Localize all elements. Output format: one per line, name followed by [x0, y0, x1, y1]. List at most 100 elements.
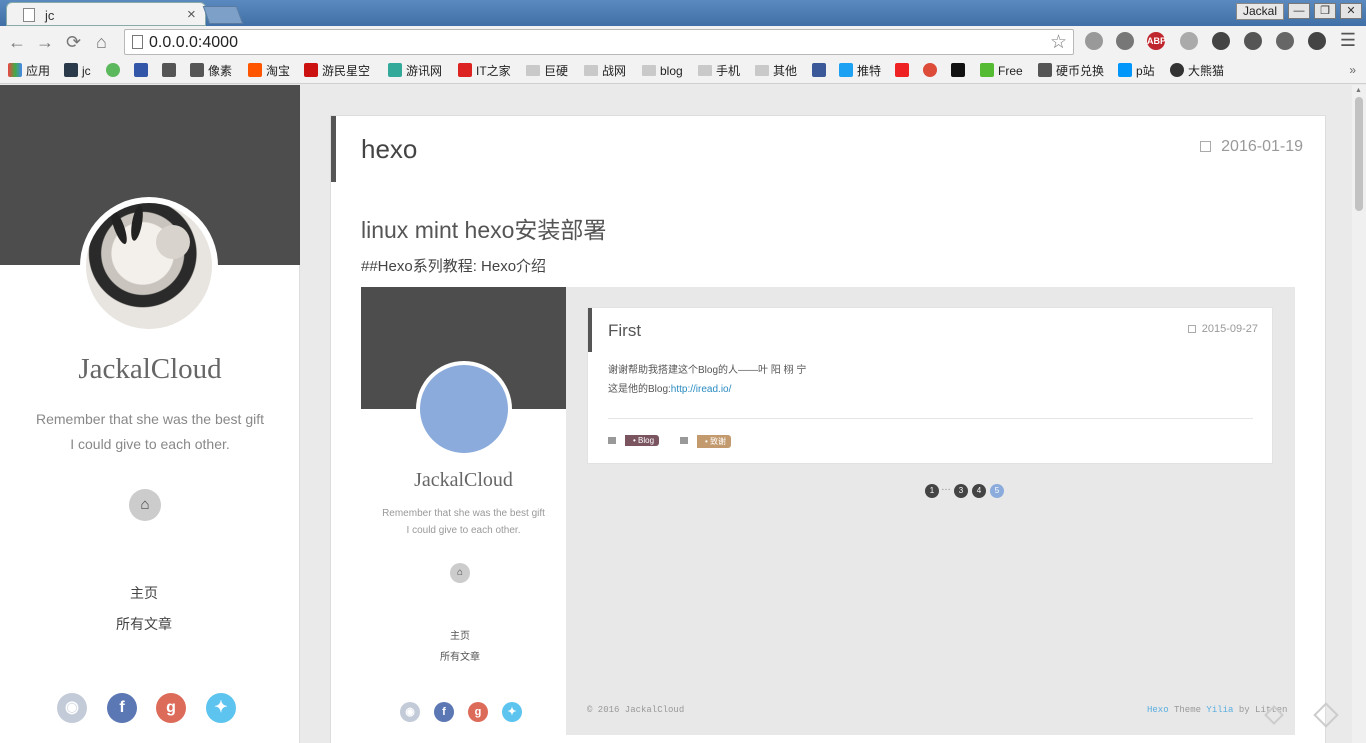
- site-subtitle: Remember that she was the best gift I co…: [36, 411, 264, 452]
- embedded-screenshot: JackalCloud Remember that she was the be…: [361, 287, 1295, 735]
- bookmark-folder-zw[interactable]: 战网: [584, 62, 626, 80]
- bookmark-tv[interactable]: [162, 62, 180, 80]
- tv-icon: [1038, 63, 1052, 77]
- menu-icon[interactable]: ☰: [1340, 30, 1356, 51]
- bookmark-folder-jy[interactable]: 巨硬: [526, 62, 568, 80]
- scroll-up-arrow[interactable]: ▲: [1355, 87, 1362, 94]
- folder-icon: [526, 65, 540, 76]
- twitter-icon: [839, 63, 853, 77]
- profile-button[interactable]: Jackal: [1236, 3, 1285, 20]
- article-card: hexo 2016-01-19 linux mint hexo安装部署 ##He…: [330, 115, 1339, 743]
- extension-icon[interactable]: [1085, 32, 1103, 50]
- url-text[interactable]: 0.0.0.0:4000: [149, 34, 238, 52]
- pocket-icon[interactable]: [1276, 32, 1294, 50]
- bookmark-ithome[interactable]: IT之家: [458, 62, 511, 80]
- jc-icon: [64, 63, 78, 77]
- bookmark-star-icon[interactable]: ☆: [1050, 31, 1067, 54]
- sidebar: JackalCloud Remember that she was the be…: [0, 85, 300, 743]
- page-scrollbar[interactable]: ▲: [1352, 85, 1366, 743]
- avatar[interactable]: [80, 197, 218, 335]
- bookmark-folder-phone[interactable]: 手机: [698, 62, 740, 80]
- minimize-button[interactable]: —: [1288, 3, 1310, 19]
- calendar-icon: [1187, 325, 1196, 333]
- site-title[interactable]: JackalCloud: [0, 353, 300, 386]
- download-icon[interactable]: [1244, 32, 1262, 50]
- maximize-button[interactable]: ❐: [1314, 3, 1336, 19]
- bookmark-free[interactable]: Free: [980, 62, 1023, 80]
- tab-close-button[interactable]: ×: [187, 6, 196, 23]
- card-text: 谢谢帮助我搭建这个Blog的人——叶 阳 栩 宁 这是他的Blog:http:/…: [608, 365, 807, 395]
- browser-title-bar: jc × Jackal — ❐ ✕: [0, 0, 1366, 26]
- screenshot-sidebar: JackalCloud Remember that she was the be…: [361, 287, 566, 735]
- clock-extension-icon[interactable]: [1116, 32, 1134, 50]
- bookmark-apps[interactable]: 应用: [8, 62, 50, 80]
- bookmark-jc[interactable]: jc: [64, 62, 91, 80]
- github-icon[interactable]: ◉: [57, 693, 87, 723]
- bookmark-google-plus[interactable]: [923, 62, 941, 80]
- scroll-thumb[interactable]: [1355, 97, 1363, 211]
- new-tab-button[interactable]: [202, 6, 244, 24]
- back-button[interactable]: ←: [8, 32, 26, 53]
- address-bar[interactable]: 0.0.0.0:4000 ☆: [124, 29, 1074, 55]
- browser-tab[interactable]: jc ×: [6, 2, 206, 26]
- facebook-icon[interactable]: f: [107, 693, 137, 723]
- card-date: 2015-09-27: [1187, 323, 1258, 335]
- pixel-icon: [134, 63, 148, 77]
- bookmarks-overflow-button[interactable]: »: [1349, 63, 1356, 77]
- bookmark-tv-2[interactable]: [951, 62, 969, 80]
- nav-all-posts[interactable]: 所有文章: [0, 614, 288, 634]
- bookmark-taobao[interactable]: 淘宝: [248, 62, 290, 80]
- tab-title: jc: [45, 8, 55, 23]
- bookmark-twitter[interactable]: 推特: [839, 62, 881, 80]
- home-button[interactable]: ⌂: [96, 32, 107, 53]
- facebook-icon: [812, 63, 826, 77]
- forward-button[interactable]: →: [36, 32, 54, 53]
- tv-icon: [951, 63, 965, 77]
- bookmark-youtube[interactable]: [895, 62, 913, 80]
- bookmark-pixel[interactable]: [134, 62, 152, 80]
- bookmark-pixiv[interactable]: p站: [1118, 62, 1155, 80]
- bookmark-facebook[interactable]: [812, 62, 830, 80]
- bookmark-pixel-2[interactable]: 像素: [190, 62, 232, 80]
- post-line: ##Hexo系列教程: Hexo介绍: [361, 258, 547, 275]
- screenshot-site-title: JackalCloud: [414, 469, 513, 491]
- extension-icon[interactable]: [1308, 32, 1326, 50]
- tag-thanks: • 致谢: [697, 435, 732, 448]
- tv-icon: [190, 63, 204, 77]
- page-icon: [132, 35, 143, 49]
- post-heading: linux mint hexo安装部署: [361, 217, 607, 243]
- youxun-icon: [388, 63, 402, 77]
- facebook-icon: f: [434, 702, 454, 722]
- reload-button[interactable]: ⟳: [66, 32, 81, 53]
- extension-icon[interactable]: [1212, 32, 1230, 50]
- extension-icon[interactable]: [1180, 32, 1198, 50]
- nav-home[interactable]: 主页: [0, 583, 288, 603]
- bookmark-youxun[interactable]: 游讯网: [388, 62, 442, 80]
- google-plus-icon[interactable]: g: [156, 693, 186, 723]
- bookmark-panda[interactable]: 大熊猫: [1170, 62, 1224, 80]
- twitter-icon[interactable]: ✦: [206, 693, 236, 723]
- bookmark-wechat[interactable]: [106, 62, 124, 80]
- bookmark-coin-exchange[interactable]: 硬币兑换: [1038, 62, 1104, 80]
- bookmark-folder-other[interactable]: 其他: [755, 62, 797, 80]
- screenshot-home-icon: ⌂: [450, 563, 470, 583]
- bunny-ear: [108, 208, 130, 246]
- bookmark-gamersky[interactable]: 游民星空: [304, 62, 370, 80]
- category-icon: [680, 437, 688, 444]
- home-icon[interactable]: ⌂: [129, 489, 161, 521]
- adblock-icon[interactable]: ABP: [1147, 32, 1166, 50]
- google-plus-icon: [923, 63, 937, 77]
- panda-icon: [1170, 63, 1184, 77]
- bookmark-folder-blog[interactable]: blog: [642, 62, 683, 80]
- page-viewport: JackalCloud Remember that she was the be…: [0, 85, 1366, 743]
- page-icon: [23, 8, 35, 22]
- wechat-icon: [106, 63, 120, 77]
- article-category[interactable]: hexo: [361, 134, 417, 165]
- close-window-button[interactable]: ✕: [1340, 3, 1362, 19]
- ithome-icon: [458, 63, 472, 77]
- share-icon[interactable]: [1313, 702, 1339, 728]
- screenshot-footer-copyright: © 2016 JackalCloud: [587, 705, 685, 715]
- screenshot-avatar: [416, 361, 512, 457]
- browser-toolbar: ← → ⟳ ⌂ 0.0.0.0:4000 ☆ ABP ☰: [0, 26, 1366, 58]
- screenshot-subtitle: Remember that she was the best gift I co…: [382, 508, 545, 536]
